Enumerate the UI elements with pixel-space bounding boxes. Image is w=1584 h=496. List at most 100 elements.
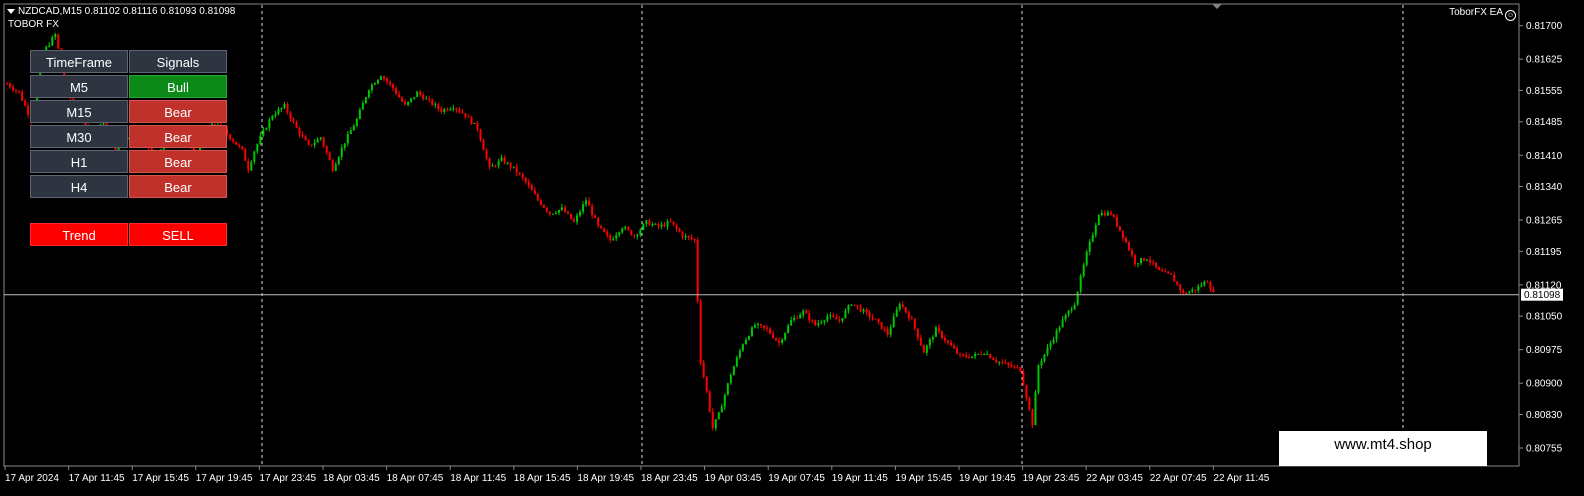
bull-candle xyxy=(551,213,554,215)
bear-candle xyxy=(907,312,910,319)
bear-candle xyxy=(15,90,18,92)
bear-candle xyxy=(594,215,597,218)
bear-candle xyxy=(796,317,799,319)
bear-candle xyxy=(699,301,702,363)
bull-candle xyxy=(1094,225,1097,235)
bear-candle xyxy=(627,227,630,231)
bear-candle xyxy=(838,319,841,321)
bull-candle xyxy=(636,234,639,237)
bear-candle xyxy=(591,205,594,216)
watermark: www.mt4.shop xyxy=(1279,431,1487,466)
time-tick-label: 18 Apr 19:45 xyxy=(577,473,634,484)
bull-candle xyxy=(407,101,410,105)
bull-candle xyxy=(443,109,446,113)
bull-candle xyxy=(934,327,937,337)
time-tick-label: 18 Apr 11:45 xyxy=(450,473,506,484)
bear-candle xyxy=(1209,282,1212,290)
header-timeframe: TimeFrame xyxy=(30,50,128,73)
bull-candle xyxy=(841,318,844,321)
time-tick-label: 17 Apr 15:45 xyxy=(132,473,189,484)
bear-candle xyxy=(18,90,21,92)
bear-candle xyxy=(419,91,422,95)
bear-candle xyxy=(910,318,913,320)
bull-candle xyxy=(449,109,452,111)
chart-frame xyxy=(3,3,1520,467)
bear-candle xyxy=(696,239,699,302)
bear-candle xyxy=(446,109,449,111)
bear-candle xyxy=(778,340,781,343)
bull-candle xyxy=(784,332,787,340)
bull-candle xyxy=(410,98,413,102)
bull-candle xyxy=(983,354,986,356)
bull-candle xyxy=(732,366,735,376)
time-tick-label: 22 Apr 03:45 xyxy=(1086,473,1143,484)
chart-menu-icon[interactable] xyxy=(7,8,15,14)
bear-candle xyxy=(609,235,612,241)
time-tick-label: 17 Apr 23:45 xyxy=(259,473,316,484)
bull-candle xyxy=(747,336,750,340)
bear-candle xyxy=(1173,274,1176,282)
bull-candle xyxy=(931,336,934,340)
bear-candle xyxy=(669,221,672,223)
bear-candle xyxy=(392,84,395,89)
bull-candle xyxy=(756,324,759,326)
bear-candle xyxy=(301,134,304,137)
bear-candle xyxy=(1158,267,1161,271)
bull-candle xyxy=(1140,258,1143,264)
bear-candle xyxy=(57,34,60,49)
bear-candle xyxy=(467,116,470,118)
bear-candle xyxy=(956,348,959,354)
bull-candle xyxy=(820,322,823,324)
bull-candle xyxy=(334,164,337,171)
bear-candle xyxy=(6,83,8,85)
bull-candle xyxy=(1040,361,1043,366)
bear-candle xyxy=(1127,242,1130,251)
time-tick-label: 22 Apr 11:45 xyxy=(1213,473,1269,484)
bear-candle xyxy=(606,232,609,236)
symbol-quote: NZDCAD,M15 0.81102 0.81116 0.81093 0.810… xyxy=(18,6,236,17)
bull-candle xyxy=(802,310,805,315)
bear-candle xyxy=(1155,262,1158,268)
bull-candle xyxy=(256,144,259,152)
bull-candle xyxy=(1146,259,1149,261)
bull-candle xyxy=(1088,241,1091,252)
bull-candle xyxy=(340,147,343,158)
bear-candle xyxy=(325,146,328,153)
bull-candle xyxy=(1100,212,1103,216)
bull-candle xyxy=(1061,319,1064,328)
bear-candle xyxy=(940,331,943,338)
bull-candle xyxy=(1049,343,1052,348)
bear-candle xyxy=(588,200,591,206)
bull-candle xyxy=(642,223,645,230)
bear-candle xyxy=(509,162,512,168)
bull-candle xyxy=(741,344,744,351)
bull-candle xyxy=(1079,275,1082,292)
bear-candle xyxy=(766,327,769,329)
bull-candle xyxy=(928,339,931,346)
expert-advisor-label[interactable]: ToborFX EA ☺ xyxy=(1449,7,1516,21)
bull-candle xyxy=(817,323,820,326)
bear-candle xyxy=(515,166,518,173)
bear-candle xyxy=(763,325,766,328)
bear-candle xyxy=(811,320,814,322)
timeframe-h4: H4 xyxy=(30,175,128,198)
ea-name: ToborFX EA xyxy=(1449,7,1503,18)
bull-candle xyxy=(744,339,747,345)
time-axis: 17 Apr 2024 17 Apr 11:45 17 Apr 15:45 17 Ap… xyxy=(4,466,1270,484)
bull-candle xyxy=(844,310,847,319)
bull-candle xyxy=(895,309,898,317)
bear-candle xyxy=(950,342,953,346)
bear-candle xyxy=(937,327,940,332)
bear-candle xyxy=(1001,361,1004,363)
trend-value: SELL xyxy=(129,223,227,246)
bear-candle xyxy=(521,174,524,178)
price-chart[interactable]: 0.81700 0.81625 0.81555 0.81485 0.81410 0.813… xyxy=(0,0,1584,496)
bear-candle xyxy=(1019,367,1022,372)
price-tick-label: 0.81700 xyxy=(1526,21,1563,32)
bear-candle xyxy=(919,338,922,346)
bull-candle xyxy=(850,304,853,306)
bull-candle xyxy=(660,224,663,227)
bull-candle xyxy=(473,122,476,124)
smiley-icon: ☺ xyxy=(1505,10,1516,21)
bear-candle xyxy=(292,118,295,122)
